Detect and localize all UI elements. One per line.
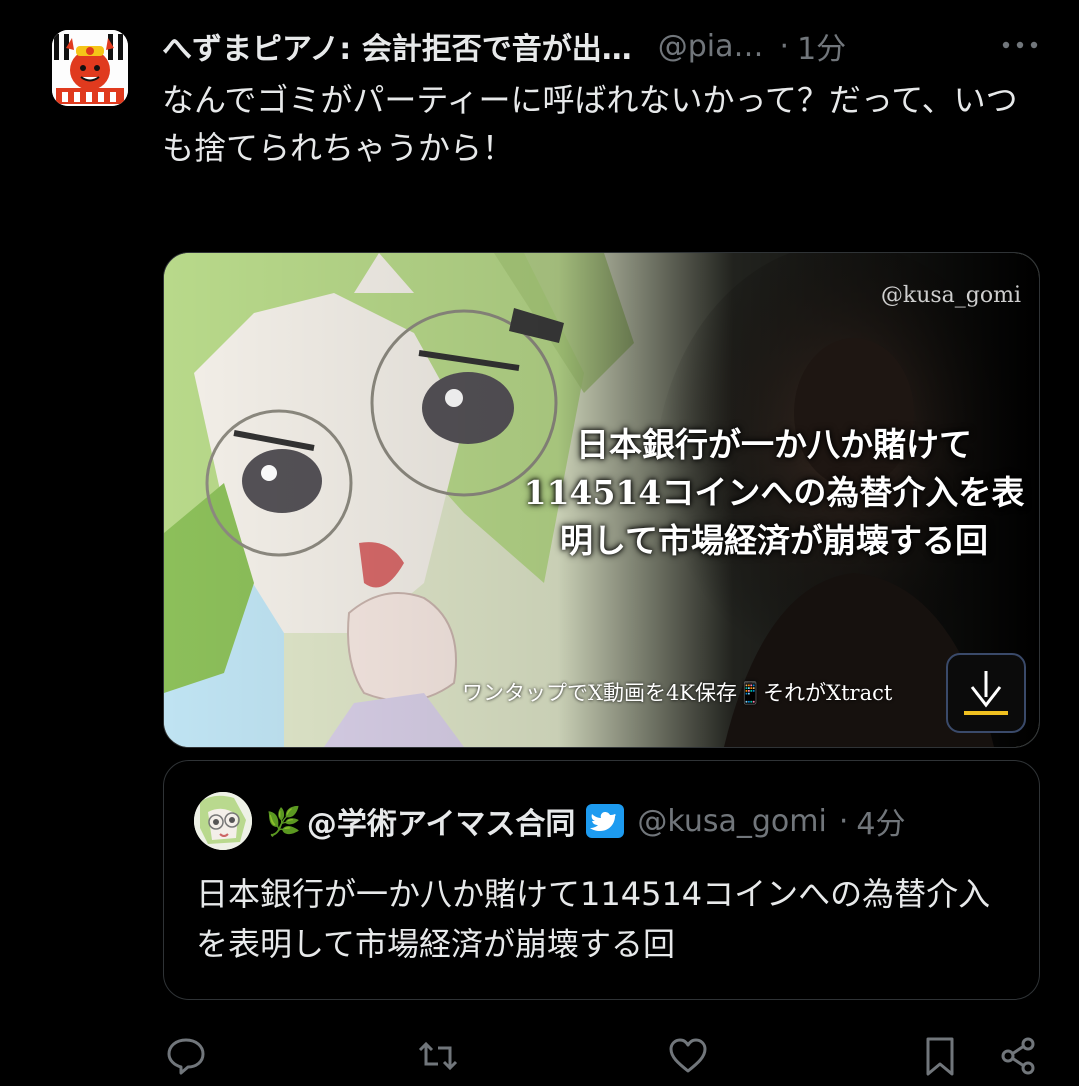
caption-line: 明して市場経済が崩壊する回: [559, 521, 988, 560]
media-caption: 日本銀行が一か八か賭けて 114514コインへの為替介入を表 明して市場経済が崩…: [514, 421, 1034, 565]
author-display-name[interactable]: へずまピアノ: 会計拒否で音が出…: [162, 24, 632, 68]
share-icon[interactable]: [996, 1034, 1040, 1078]
media-video[interactable]: @kusa_gomi 日本銀行が一か八か賭けて 114514コインへの為替介入を…: [163, 252, 1040, 748]
quote-tweet[interactable]: 🌿 @学術アイマス合同 @kusa_gomi · 4分 日本銀行が一か八か賭けて…: [163, 760, 1040, 1000]
retweet-icon[interactable]: [416, 1034, 460, 1078]
quote-timestamp[interactable]: 4分: [856, 799, 905, 843]
tweet-header: へずまピアノ: 会計拒否で音が出… @pia… · 1分: [162, 24, 1042, 68]
more-icon[interactable]: [998, 30, 1042, 60]
author-avatar[interactable]: [52, 30, 128, 106]
quote-header: 🌿 @学術アイマス合同 @kusa_gomi · 4分: [194, 791, 905, 851]
separator-dot: ·: [838, 803, 849, 839]
herb-emoji: 🌿: [266, 804, 301, 838]
like-icon[interactable]: [666, 1034, 710, 1078]
tweet-timestamp[interactable]: 1分: [797, 24, 846, 68]
quote-avatar[interactable]: [194, 792, 252, 850]
bookmark-icon[interactable]: [918, 1034, 962, 1078]
caption-line: 日本銀行が一か八か賭けて: [576, 425, 972, 464]
verified-bird-icon: [585, 803, 625, 839]
separator-dot: ·: [779, 28, 790, 64]
media-watermark: @kusa_gomi: [880, 283, 1021, 308]
tweet-text: なんでゴミがパーティーに呼ばれないかって？だって、いつも捨てられちゃうから！: [162, 81, 1018, 167]
quote-text: 日本銀行が一か八か賭けて114514コインへの為替介入を表明して市場経済が崩壊す…: [196, 875, 991, 963]
download-icon[interactable]: [946, 653, 1026, 733]
quote-display-name[interactable]: @学術アイマス合同: [307, 799, 576, 843]
reply-icon[interactable]: [164, 1034, 208, 1078]
author-handle[interactable]: @pia…: [658, 29, 764, 64]
tweet-actions: [160, 1028, 1040, 1084]
promo-text: ワンタップでX動画を4K保存📱それがXtract: [462, 681, 893, 705]
quote-handle[interactable]: @kusa_gomi: [637, 804, 826, 839]
caption-line: 114514コインへの為替介入を表: [523, 473, 1025, 512]
